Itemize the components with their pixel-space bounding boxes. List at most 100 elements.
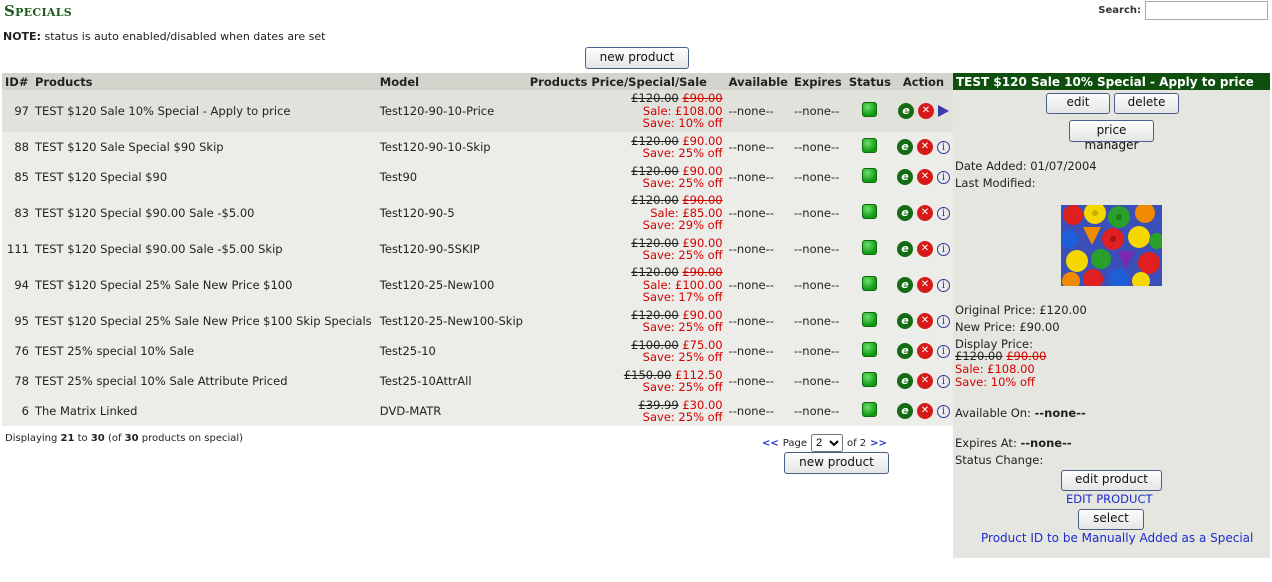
- delete-icon[interactable]: ✕: [917, 313, 933, 329]
- displaying-from: 21: [60, 433, 75, 444]
- cell-expires: --none--: [793, 344, 840, 358]
- displaying-to: 30: [90, 433, 105, 444]
- info-icon[interactable]: i: [937, 314, 950, 328]
- edit-icon[interactable]: e: [897, 139, 913, 155]
- cell-available: --none--: [728, 344, 774, 358]
- delete-icon[interactable]: ✕: [917, 277, 933, 293]
- expires-at-label: Expires At:: [955, 436, 1021, 450]
- cell-model: Test120-90-5SKIP: [379, 242, 480, 256]
- save-percent: Save: 10% off: [642, 116, 723, 131]
- info-icon[interactable]: i: [937, 140, 950, 154]
- info-icon[interactable]: i: [937, 242, 950, 256]
- edit-icon[interactable]: e: [897, 277, 913, 293]
- info-icon[interactable]: i: [937, 344, 950, 358]
- delete-icon[interactable]: ✕: [917, 373, 933, 389]
- cell-price: £120.00 £90.00 Save: 25% off: [527, 132, 726, 162]
- edit-icon[interactable]: e: [897, 343, 913, 359]
- col-model: Model: [376, 73, 527, 90]
- info-icon[interactable]: i: [937, 170, 950, 184]
- status-on-icon[interactable]: [862, 168, 878, 183]
- cell-available: --none--: [728, 206, 774, 220]
- status-on-icon[interactable]: [862, 372, 878, 387]
- status-on-icon[interactable]: [862, 312, 878, 327]
- cell-model: Test25-10AttrAll: [379, 374, 472, 388]
- cell-model: Test120-90-10-Skip: [379, 140, 491, 154]
- cell-status: [846, 264, 894, 306]
- table-row[interactable]: 94 TEST $120 Special 25% Sale New Price …: [2, 264, 953, 306]
- table-row[interactable]: 88 TEST $120 Sale Special $90 Skip Test1…: [2, 132, 953, 162]
- delete-icon[interactable]: ✕: [917, 403, 933, 419]
- delete-icon[interactable]: ✕: [917, 139, 933, 155]
- page-select[interactable]: 2: [810, 434, 843, 452]
- delete-icon[interactable]: ✕: [918, 103, 934, 119]
- cell-action: e ✕ i: [894, 264, 953, 306]
- original-price: Original Price: £120.00: [955, 303, 1087, 317]
- new-price: New Price: £90.00: [955, 320, 1060, 334]
- cell-price: £150.00 £112.50 Save: 25% off: [527, 366, 726, 396]
- delete-icon[interactable]: ✕: [917, 169, 933, 185]
- cell-price: £120.00 £90.00 Sale: £85.00 Save: 29% off: [527, 192, 726, 234]
- info-icon[interactable]: i: [937, 404, 950, 418]
- cell-id: 95: [14, 314, 29, 328]
- cell-price: £120.00 £90.00 Save: 25% off: [527, 234, 726, 264]
- new-product-button-bottom[interactable]: new product: [784, 452, 889, 474]
- panel-edit-button[interactable]: edit: [1046, 93, 1110, 114]
- info-icon[interactable]: i: [937, 278, 950, 292]
- cell-expires: --none--: [793, 170, 840, 184]
- edit-icon[interactable]: e: [897, 373, 913, 389]
- edit-icon[interactable]: e: [898, 103, 914, 119]
- info-icon[interactable]: i: [937, 374, 950, 388]
- status-on-icon[interactable]: [862, 276, 878, 291]
- edit-product-button[interactable]: edit product: [1061, 470, 1162, 491]
- status-on-icon[interactable]: [862, 102, 878, 117]
- edit-icon[interactable]: e: [897, 169, 913, 185]
- table-row[interactable]: 78 TEST 25% special 10% Sale Attribute P…: [2, 366, 953, 396]
- edit-icon[interactable]: e: [897, 205, 913, 221]
- specials-table: ID# Products Model Products Price/Specia…: [2, 73, 953, 426]
- edit-icon[interactable]: e: [897, 313, 913, 329]
- col-available: Available: [725, 73, 791, 90]
- cell-expires: --none--: [793, 278, 840, 292]
- cell-model: Test120-25-New100-Skip: [379, 314, 523, 328]
- cell-price: £120.00 £90.00 Save: 25% off: [527, 162, 726, 192]
- note-text: status is auto enabled/disabled when dat…: [40, 30, 326, 43]
- table-row[interactable]: 111 TEST $120 Special $90.00 Sale -$5.00…: [2, 234, 953, 264]
- select-button[interactable]: select: [1078, 509, 1144, 530]
- table-row[interactable]: 95 TEST $120 Special 25% Sale New Price …: [2, 306, 953, 336]
- display-original-price: £120.00: [955, 349, 1003, 363]
- cell-product: TEST 25% special 10% Sale: [34, 344, 195, 358]
- table-row[interactable]: 97 TEST $120 Sale 10% Special - Apply to…: [2, 90, 953, 132]
- search-input[interactable]: [1145, 1, 1268, 20]
- delete-icon[interactable]: ✕: [917, 343, 933, 359]
- cell-id: 88: [14, 140, 29, 154]
- cell-action: e ✕ i: [894, 396, 953, 426]
- col-expires: Expires: [790, 73, 846, 90]
- info-icon[interactable]: i: [937, 206, 950, 220]
- delete-icon[interactable]: ✕: [917, 241, 933, 257]
- status-on-icon[interactable]: [862, 138, 878, 153]
- price-manager-button[interactable]: price manager: [1069, 120, 1154, 152]
- table-row[interactable]: 83 TEST $120 Special $90.00 Sale -$5.00 …: [2, 192, 953, 234]
- save-percent: Save: 25% off: [642, 320, 723, 334]
- display-sale-price: Sale: £108.00: [955, 362, 1035, 376]
- next-page-link[interactable]: >>: [870, 438, 887, 449]
- status-on-icon[interactable]: [862, 342, 878, 357]
- new-product-button-top[interactable]: new product: [585, 47, 689, 69]
- status-on-icon[interactable]: [862, 240, 878, 255]
- status-on-icon[interactable]: [862, 402, 878, 417]
- cell-model: Test25-10: [379, 344, 436, 358]
- table-row[interactable]: 6 The Matrix Linked DVD-MATR £39.99 £30.…: [2, 396, 953, 426]
- table-row[interactable]: 85 TEST $120 Special $90 Test90 £120.00 …: [2, 162, 953, 192]
- edit-icon[interactable]: e: [897, 241, 913, 257]
- edit-icon[interactable]: e: [897, 403, 913, 419]
- cell-status: [846, 90, 894, 132]
- panel-delete-button[interactable]: delete: [1114, 93, 1179, 114]
- delete-icon[interactable]: ✕: [917, 205, 933, 221]
- table-row[interactable]: 76 TEST 25% special 10% Sale Test25-10 £…: [2, 336, 953, 366]
- cell-expires: --none--: [793, 404, 840, 418]
- status-on-icon[interactable]: [862, 204, 878, 219]
- edit-product-link[interactable]: EDIT PRODUCT: [1066, 492, 1153, 506]
- manual-add-link[interactable]: Product ID to be Manually Added as a Spe…: [981, 531, 1253, 545]
- prev-page-link[interactable]: <<: [762, 438, 779, 449]
- cell-price: £100.00 £75.00 Save: 25% off: [527, 336, 726, 366]
